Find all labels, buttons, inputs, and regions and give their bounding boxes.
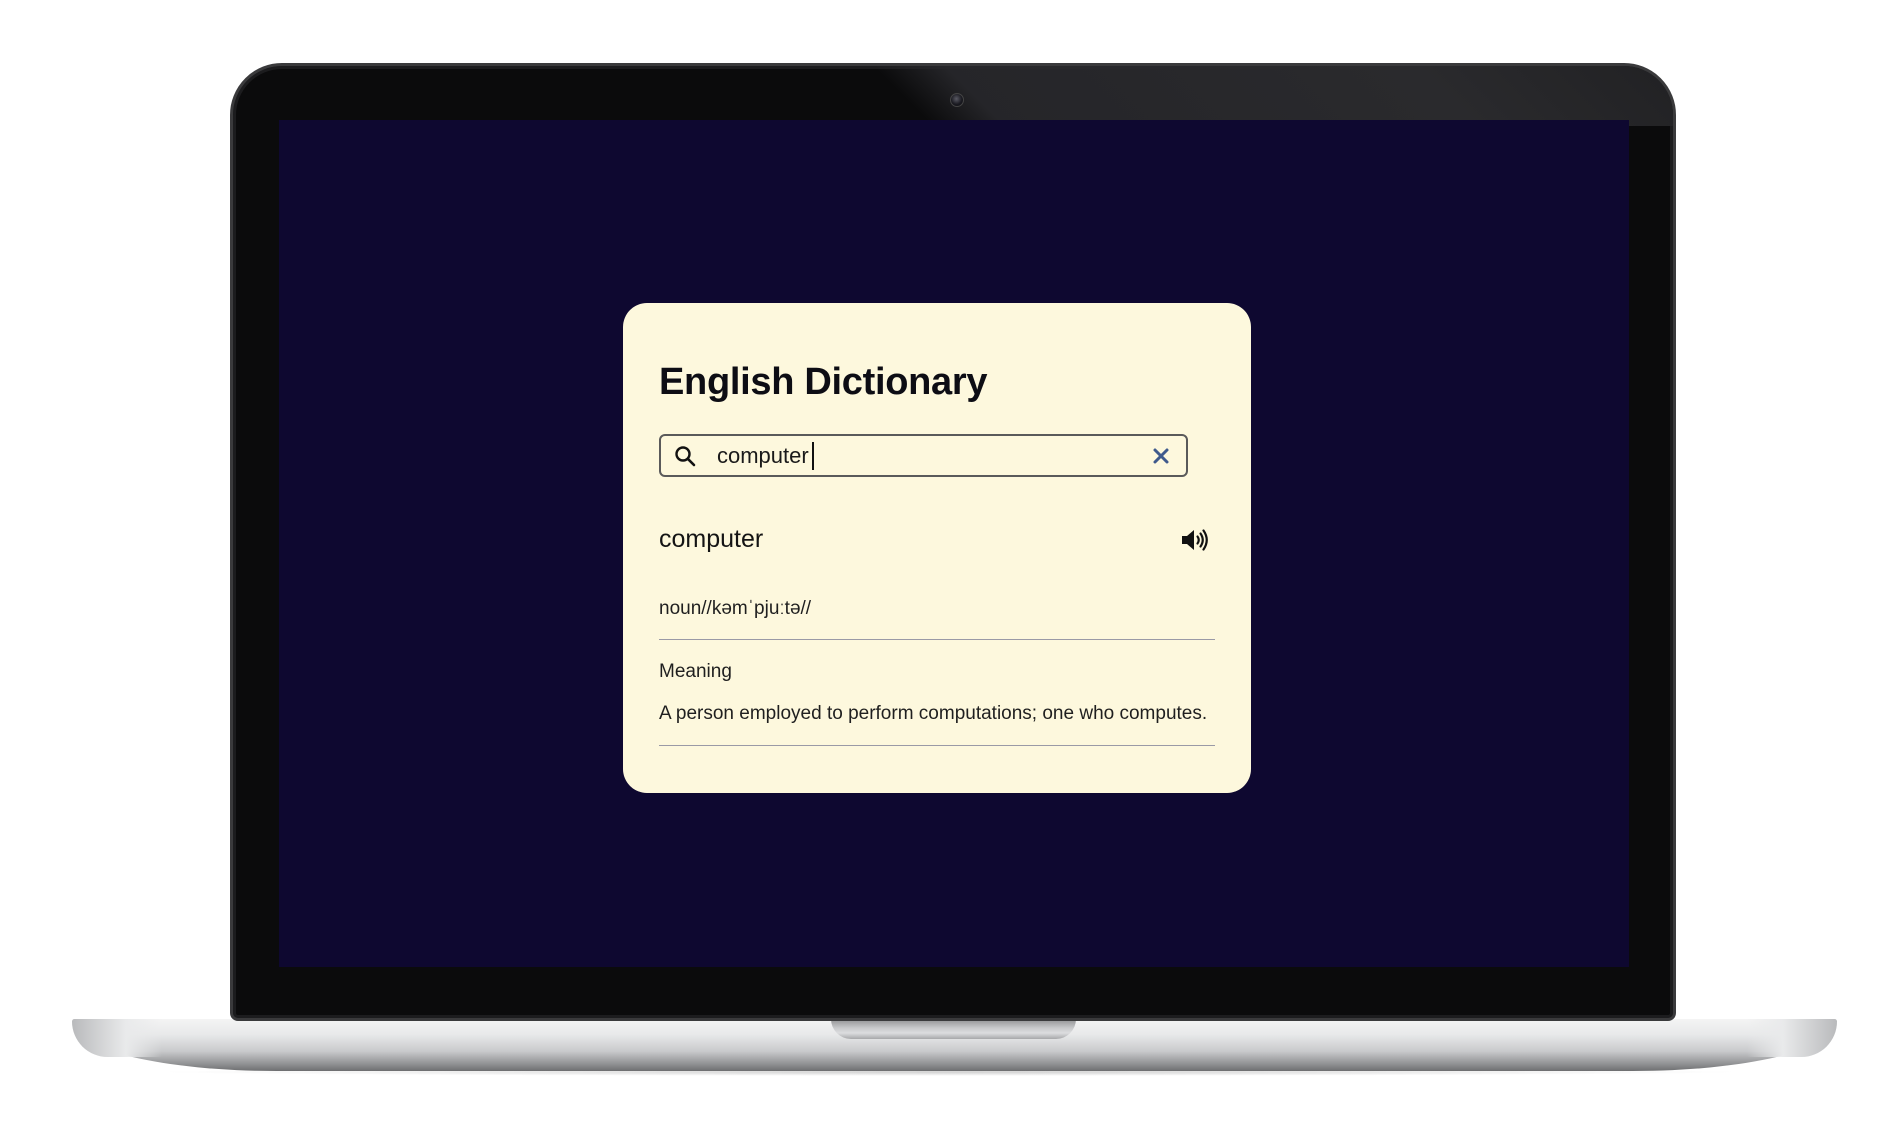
close-icon[interactable] — [1152, 447, 1170, 465]
search-input[interactable] — [717, 442, 1117, 470]
webcam — [950, 93, 964, 107]
laptop-screen: English Dictionary computer computer nou… — [279, 120, 1629, 967]
laptop-hinge-notch — [831, 1019, 1076, 1039]
laptop-base-edge-right — [1747, 1019, 1837, 1057]
divider — [659, 745, 1215, 746]
laptop-base-edge-left — [72, 1019, 162, 1057]
divider — [659, 639, 1215, 640]
search-box[interactable] — [659, 434, 1188, 477]
dictionary-card: English Dictionary computer computer nou… — [623, 303, 1251, 793]
meaning-text: A person employed to perform computation… — [659, 703, 1208, 724]
meaning-label: Meaning — [659, 661, 732, 682]
lid-glare — [873, 66, 1673, 126]
laptop-mockup: English Dictionary computer computer nou… — [0, 0, 1895, 1139]
speaker-icon[interactable] — [1180, 527, 1210, 553]
app-title: English Dictionary — [659, 361, 988, 403]
text-cursor — [812, 442, 814, 470]
result-word: computer — [659, 525, 764, 553]
search-icon — [675, 446, 696, 467]
phonetic-text: noun//kəmˈpjuːtə// — [659, 598, 812, 619]
